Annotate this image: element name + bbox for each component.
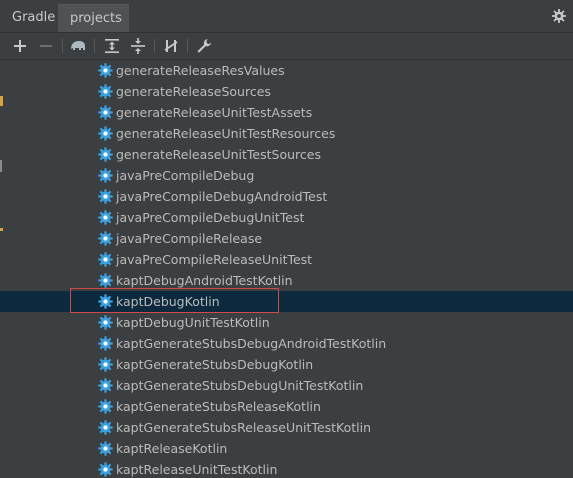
task-row[interactable]: javaPreCompileDebug: [0, 165, 573, 186]
annotation-highlight-box: [70, 288, 279, 313]
task-gear-icon: [98, 147, 113, 162]
task-label: kaptGenerateStubsDebugUnitTestKotlin: [116, 378, 364, 393]
task-row[interactable]: kaptGenerateStubsDebugAndroidTestKotlin: [0, 333, 573, 354]
task-gear-icon: [98, 105, 113, 120]
task-label: generateReleaseUnitTestResources: [116, 126, 336, 141]
task-gear-icon: [98, 63, 113, 78]
task-row[interactable]: kaptReleaseKotlin: [0, 438, 573, 459]
toolbar-separator: [94, 39, 95, 53]
tool-window-header: Gradle projects: [0, 0, 573, 33]
task-row[interactable]: javaPreCompileDebugAndroidTest: [0, 186, 573, 207]
task-gear-icon: [98, 441, 113, 456]
task-row[interactable]: kaptGenerateStubsReleaseKotlin: [0, 396, 573, 417]
task-row[interactable]: javaPreCompileRelease: [0, 228, 573, 249]
task-row[interactable]: kaptGenerateStubsDebugKotlin: [0, 354, 573, 375]
task-gear-icon: [98, 420, 113, 435]
task-label: generateReleaseResValues: [116, 63, 285, 78]
tab-projects[interactable]: projects: [58, 4, 129, 32]
task-label: kaptGenerateStubsReleaseKotlin: [116, 399, 321, 414]
task-row[interactable]: generateReleaseSources: [0, 81, 573, 102]
toolbar-separator: [154, 39, 155, 53]
expand-all-icon[interactable]: [103, 37, 121, 55]
gear-icon[interactable]: [552, 9, 566, 23]
task-gear-icon: [98, 168, 113, 183]
task-row[interactable]: kaptGenerateStubsReleaseUnitTestKotlin: [0, 417, 573, 438]
task-label: javaPreCompileDebug: [116, 168, 255, 183]
task-row[interactable]: generateReleaseUnitTestSources: [0, 144, 573, 165]
task-gear-icon: [98, 399, 113, 414]
task-row[interactable]: generateReleaseUnitTestAssets: [0, 102, 573, 123]
task-gear-icon: [98, 210, 113, 225]
task-label: javaPreCompileDebugAndroidTest: [116, 189, 328, 204]
task-label: javaPreCompileReleaseUnitTest: [116, 252, 313, 267]
task-row[interactable]: generateReleaseUnitTestResources: [0, 123, 573, 144]
task-label: kaptDebugUnitTestKotlin: [116, 315, 270, 330]
task-row[interactable]: javaPreCompileReleaseUnitTest: [0, 249, 573, 270]
task-label: kaptGenerateStubsReleaseUnitTestKotlin: [116, 420, 371, 435]
wrench-icon[interactable]: [195, 37, 213, 55]
task-row[interactable]: javaPreCompileDebugUnitTest: [0, 207, 573, 228]
task-gear-icon: [98, 126, 113, 141]
task-gear-icon: [98, 336, 113, 351]
task-label: javaPreCompileDebugUnitTest: [116, 210, 305, 225]
collapse-all-icon[interactable]: [129, 37, 147, 55]
task-tree: generateReleaseResValues generateReleaseS…: [0, 60, 573, 478]
task-row[interactable]: generateReleaseResValues: [0, 60, 573, 81]
task-label: kaptGenerateStubsDebugKotlin: [116, 357, 314, 372]
task-label: kaptReleaseKotlin: [116, 441, 228, 456]
task-gear-icon: [98, 231, 113, 246]
task-gear-icon: [98, 273, 113, 288]
task-gear-icon: [98, 357, 113, 372]
task-gear-icon: [98, 252, 113, 267]
task-gear-icon: [98, 378, 113, 393]
add-icon[interactable]: [11, 37, 29, 55]
toolbar-separator: [62, 39, 63, 53]
toggle-offline-icon[interactable]: [162, 37, 180, 55]
task-label: kaptReleaseUnitTestKotlin: [116, 462, 278, 477]
task-gear-icon: [98, 462, 113, 477]
task-row[interactable]: kaptGenerateStubsDebugUnitTestKotlin: [0, 375, 573, 396]
task-label: generateReleaseUnitTestAssets: [116, 105, 313, 120]
tab-gradle[interactable]: Gradle: [5, 4, 58, 32]
toolbar-separator: [187, 39, 188, 53]
remove-icon[interactable]: [37, 37, 55, 55]
task-label: generateReleaseUnitTestSources: [116, 147, 321, 162]
task-row[interactable]: kaptReleaseUnitTestKotlin: [0, 459, 573, 478]
gradle-toolbar: [0, 33, 573, 60]
elephant-icon[interactable]: [69, 37, 87, 55]
task-label: javaPreCompileRelease: [116, 231, 263, 246]
task-gear-icon: [98, 84, 113, 99]
task-gear-icon: [98, 315, 113, 330]
task-row[interactable]: kaptDebugUnitTestKotlin: [0, 312, 573, 333]
task-gear-icon: [98, 189, 113, 204]
task-label: generateReleaseSources: [116, 84, 271, 99]
task-label: kaptGenerateStubsDebugAndroidTestKotlin: [116, 336, 387, 351]
